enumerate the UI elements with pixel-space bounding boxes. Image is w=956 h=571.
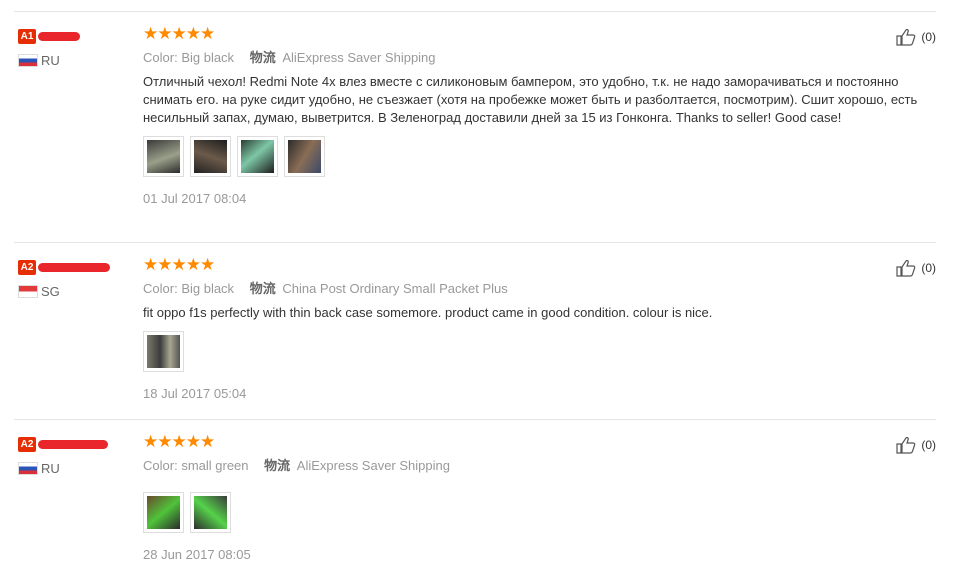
order-info: Color: Big black 物流 China Post Ordinary … (143, 281, 933, 297)
review-item: A2 RU ★★★★★ Color: small green 物流 AliExp… (0, 419, 956, 571)
divider (14, 242, 936, 243)
buyer-country: RU (18, 53, 60, 68)
review-photos (143, 331, 933, 372)
review-item: A2 SG ★★★★★ Color: Big black 物流 China Po… (0, 242, 956, 419)
review-photo[interactable] (237, 136, 278, 177)
like-button[interactable]: (0) (896, 28, 936, 46)
thumbs-up-icon (896, 29, 916, 46)
flag-icon (18, 285, 38, 298)
review-date: 01 Jul 2017 08:04 (143, 191, 247, 206)
review-date: 18 Jul 2017 05:04 (143, 386, 247, 401)
shipping-method: China Post Ordinary Small Packet Plus (282, 281, 508, 296)
thumbs-up-icon (896, 260, 916, 277)
logistics-icon: 物流 (249, 50, 276, 65)
review-photo[interactable] (190, 136, 231, 177)
buyer-level-badge: A2 (18, 260, 36, 276)
review-photo[interactable] (143, 331, 184, 372)
rating-stars: ★★★★★ (143, 432, 215, 451)
color-label: Color: (143, 50, 178, 65)
logistics-icon: 物流 (264, 458, 291, 473)
like-count: (0) (921, 438, 936, 452)
review-content: ★★★★★ Color: Big black 物流 China Post Ord… (143, 255, 933, 401)
buyer-level-badge: A1 (18, 29, 36, 45)
redacted-username (38, 440, 108, 450)
shipping-method: AliExpress Saver Shipping (282, 50, 436, 65)
reviewer: A2 (18, 259, 110, 276)
reviewer: A1 (18, 28, 80, 45)
thumbs-up-icon (896, 437, 916, 454)
country-code: RU (41, 461, 60, 476)
country-code: RU (41, 53, 60, 68)
divider (14, 419, 936, 420)
review-photo[interactable] (190, 492, 231, 533)
like-button[interactable]: (0) (896, 259, 936, 277)
review-date: 28 Jun 2017 08:05 (143, 547, 251, 562)
review-text: fit oppo f1s perfectly with thin back ca… (143, 305, 713, 320)
color-value: Big black (181, 281, 235, 296)
rating-stars: ★★★★★ (143, 255, 215, 274)
review-content: ★★★★★ Color: small green 物流 AliExpress S… (143, 432, 933, 562)
flag-icon (18, 54, 38, 67)
divider (14, 11, 936, 12)
color-label: Color: (143, 281, 178, 296)
like-count: (0) (921, 261, 936, 275)
redacted-username (38, 32, 80, 42)
review-photos (143, 136, 933, 177)
order-info: Color: Big black 物流 AliExpress Saver Shi… (143, 50, 933, 66)
review-photos (143, 492, 933, 533)
flag-icon (18, 462, 38, 475)
reviewer: A2 (18, 436, 108, 453)
redacted-username (38, 263, 110, 273)
shipping-method: AliExpress Saver Shipping (296, 458, 450, 473)
like-count: (0) (921, 30, 936, 44)
review-photo[interactable] (143, 492, 184, 533)
color-value: small green (181, 458, 249, 473)
color-label: Color: (143, 458, 178, 473)
buyer-country: SG (18, 284, 60, 299)
like-button[interactable]: (0) (896, 436, 936, 454)
review-text: Отличный чехол! Redmi Note 4x влез вмест… (143, 74, 918, 125)
color-value: Big black (181, 50, 235, 65)
buyer-level-badge: A2 (18, 437, 36, 453)
logistics-icon: 物流 (249, 281, 276, 296)
review-photo[interactable] (143, 136, 184, 177)
order-info: Color: small green 物流 AliExpress Saver S… (143, 458, 933, 474)
review-content: ★★★★★ Color: Big black 物流 AliExpress Sav… (143, 24, 933, 206)
review-item: A1 RU ★★★★★ Color: Big black 物流 AliExpre… (0, 0, 956, 242)
rating-stars: ★★★★★ (143, 24, 215, 43)
review-photo[interactable] (284, 136, 325, 177)
buyer-country: RU (18, 461, 60, 476)
country-code: SG (41, 284, 60, 299)
